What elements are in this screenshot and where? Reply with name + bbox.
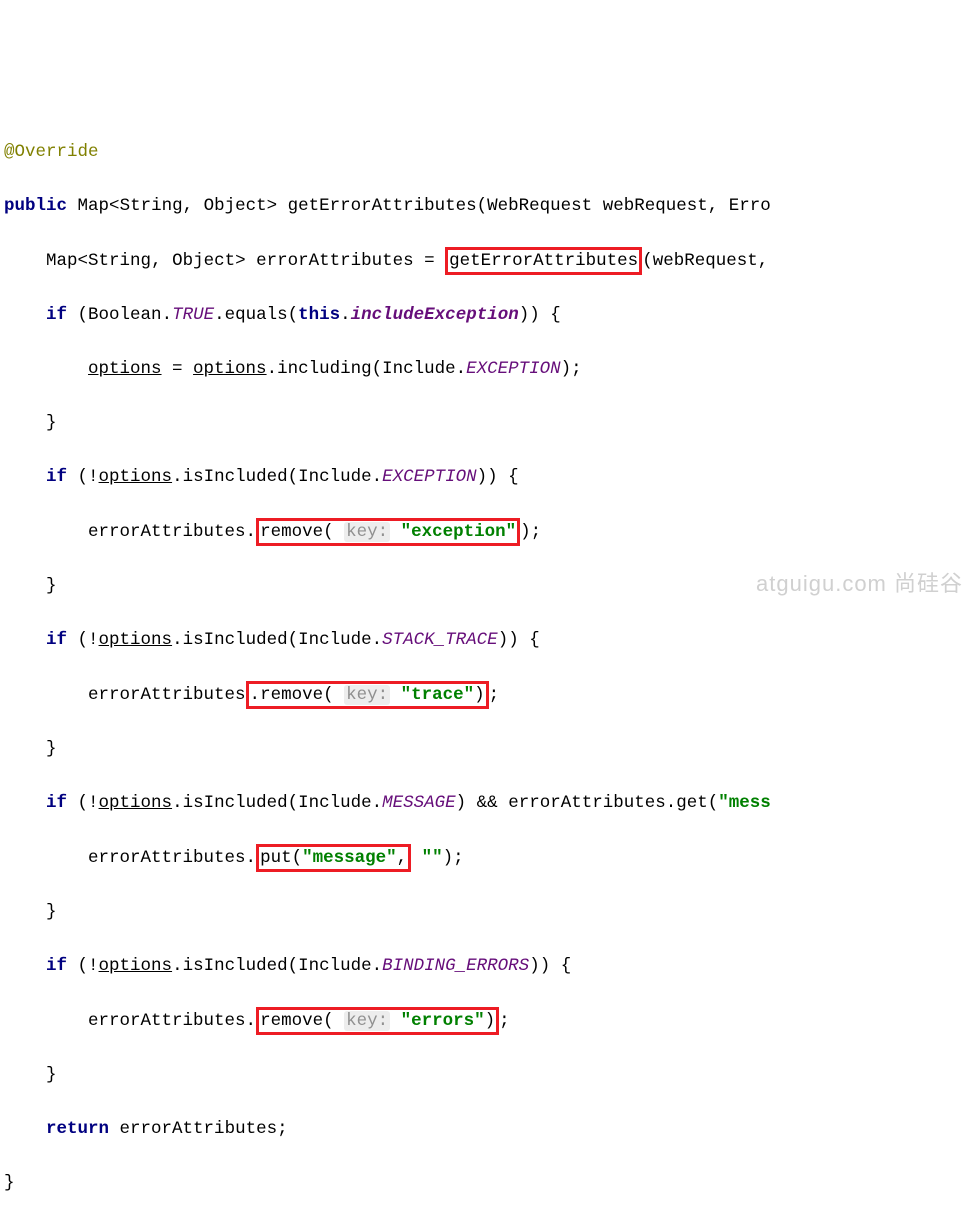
annotation: @Override	[4, 142, 99, 162]
code-line: errorAttributes.put("message", "");	[4, 844, 971, 872]
code-line: }	[4, 1062, 971, 1089]
code-line: if (!options.isIncluded(Include.EXCEPTIO…	[4, 464, 971, 491]
var: errorAttributes	[88, 685, 246, 705]
type: Map	[46, 251, 78, 271]
method-name: getErrorAttributes	[288, 196, 477, 216]
keyword-public: public	[4, 196, 67, 216]
code-line: public Map<String, Object> getErrorAttri…	[4, 193, 971, 220]
var: options	[99, 956, 173, 976]
field: includeException	[351, 305, 519, 325]
method: isIncluded	[183, 630, 288, 650]
type: String	[88, 251, 151, 271]
type: Include	[382, 359, 456, 379]
var: options	[99, 630, 173, 650]
type: Erro	[729, 196, 771, 216]
keyword-if: if	[46, 793, 67, 813]
code-line: Map<String, Object> errorAttributes = ge…	[4, 247, 971, 275]
method: isIncluded	[183, 467, 288, 487]
keyword-if: if	[46, 956, 67, 976]
const: EXCEPTION	[466, 359, 561, 379]
code-line: }	[4, 1170, 971, 1197]
arg: webRequest	[653, 251, 758, 271]
type: Include	[298, 793, 372, 813]
keyword-if: if	[46, 467, 67, 487]
keyword-if: if	[46, 630, 67, 650]
watermark: atguigu.com 尚硅谷	[756, 570, 963, 597]
highlight-box: remove( key: "exception"	[256, 518, 520, 546]
code-line: if (!options.isIncluded(Include.MESSAGE)…	[4, 790, 971, 817]
code-line: options = options.including(Include.EXCE…	[4, 356, 971, 383]
code-line: }	[4, 736, 971, 763]
method-call: getErrorAttributes	[449, 251, 638, 271]
method: isIncluded	[183, 793, 288, 813]
type: Object	[172, 251, 235, 271]
inlay-hint: key:	[344, 1011, 390, 1031]
var: options	[99, 793, 173, 813]
inlay-hint: key:	[344, 522, 390, 542]
method: equals	[225, 305, 288, 325]
const: TRUE	[172, 305, 214, 325]
highlight-box: remove( key: "errors")	[256, 1007, 499, 1035]
method: get	[676, 793, 708, 813]
type: Include	[298, 467, 372, 487]
type: Boolean	[88, 305, 162, 325]
var: errorAttributes	[256, 251, 414, 271]
const: MESSAGE	[382, 793, 456, 813]
keyword-if: if	[46, 305, 67, 325]
string: "errors"	[401, 1011, 485, 1031]
var: errorAttributes	[508, 793, 666, 813]
keyword-this: this	[298, 305, 340, 325]
code-line: return errorAttributes;	[4, 1116, 971, 1143]
string: "message"	[302, 848, 397, 868]
var: errorAttributes	[88, 1011, 246, 1031]
code-line: errorAttributes.remove( key: "trace");	[4, 681, 971, 709]
highlight-box: getErrorAttributes	[445, 247, 642, 275]
method: remove	[260, 1011, 323, 1031]
code-line: errorAttributes.remove( key: "errors");	[4, 1007, 971, 1035]
code-editor[interactable]: @Override public Map<String, Object> get…	[4, 112, 971, 1206]
var: options	[193, 359, 267, 379]
var: errorAttributes	[120, 1119, 278, 1139]
var: options	[99, 467, 173, 487]
var: errorAttributes	[88, 522, 246, 542]
var: options	[88, 359, 162, 379]
type: Include	[298, 956, 372, 976]
method: including	[277, 359, 372, 379]
string: "exception"	[401, 522, 517, 542]
type: WebRequest	[487, 196, 592, 216]
string: ""	[422, 848, 443, 868]
method: remove	[260, 685, 323, 705]
inlay-hint: key:	[344, 685, 390, 705]
method: remove	[260, 522, 323, 542]
type: String	[120, 196, 183, 216]
highlight-box: put("message",	[256, 844, 411, 872]
keyword-return: return	[46, 1119, 109, 1139]
string: "trace"	[401, 685, 475, 705]
method: isIncluded	[183, 956, 288, 976]
code-line: }	[4, 899, 971, 926]
method: put	[260, 848, 292, 868]
code-line: errorAttributes.remove( key: "exception"…	[4, 518, 971, 546]
type: Object	[204, 196, 267, 216]
const: STACK_TRACE	[382, 630, 498, 650]
code-line: @Override	[4, 139, 971, 166]
type: Map	[78, 196, 110, 216]
code-line: if (!options.isIncluded(Include.BINDING_…	[4, 953, 971, 980]
var: errorAttributes	[88, 848, 246, 868]
code-line: if (!options.isIncluded(Include.STACK_TR…	[4, 627, 971, 654]
code-line: if (Boolean.TRUE.equals(this.includeExce…	[4, 302, 971, 329]
const: BINDING_ERRORS	[382, 956, 529, 976]
type: Include	[298, 630, 372, 650]
code-line: }	[4, 410, 971, 437]
string: "mess	[718, 793, 771, 813]
const: EXCEPTION	[382, 467, 477, 487]
highlight-box: .remove( key: "trace")	[246, 681, 489, 709]
param: webRequest	[603, 196, 708, 216]
